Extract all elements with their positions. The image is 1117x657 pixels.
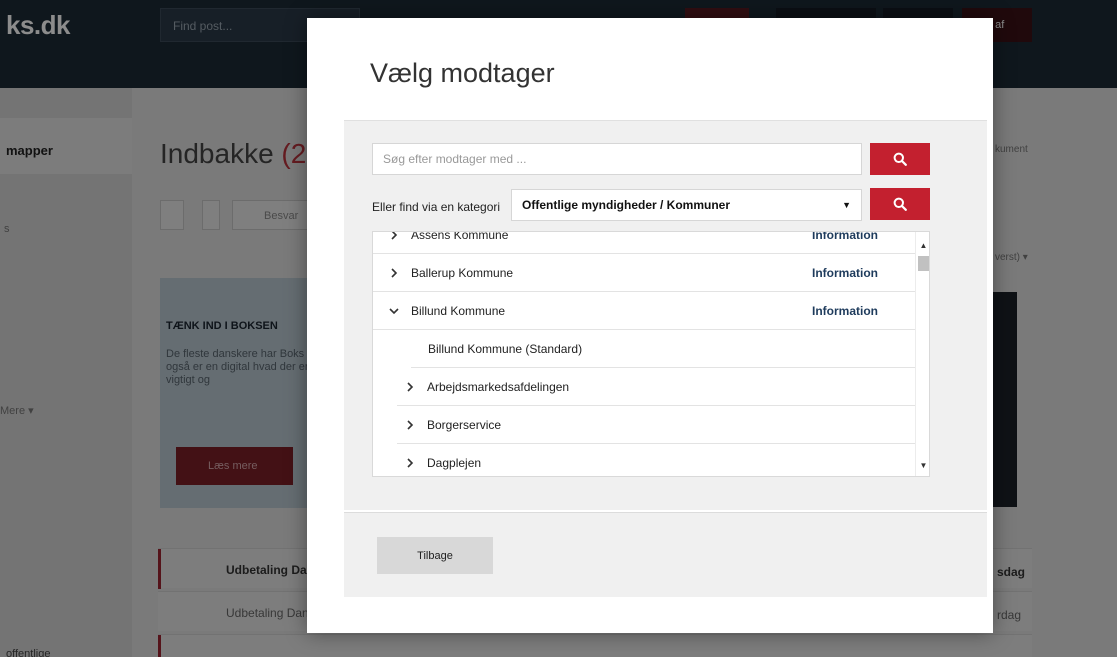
- recipient-name: Assens Kommune: [411, 231, 509, 242]
- dialog-footer: Tilbage: [344, 512, 987, 597]
- list-item[interactable]: Assens Kommune Information: [373, 231, 915, 254]
- category-label: Eller find via en kategori: [372, 200, 501, 214]
- chevron-right-icon: [391, 267, 398, 278]
- search-icon: [893, 152, 907, 166]
- recipient-name: Arbejdsmarkedsafdelingen: [427, 379, 570, 394]
- scroll-down-arrow-icon[interactable]: ▼: [916, 458, 929, 472]
- list-item[interactable]: Billund Kommune Information: [373, 292, 915, 330]
- search-icon: [893, 197, 907, 211]
- recipient-name: Dagplejen: [427, 455, 482, 470]
- information-link[interactable]: Information: [812, 304, 878, 318]
- recipient-name: Billund Kommune: [411, 303, 506, 318]
- back-button[interactable]: Tilbage: [377, 537, 493, 574]
- chevron-right-icon: [407, 419, 414, 430]
- category-select[interactable]: Offentlige myndigheder / Kommuner ▼: [511, 189, 862, 221]
- chevron-right-icon: [407, 457, 414, 468]
- recipient-list[interactable]: Assens Kommune Information Ballerup Komm…: [372, 231, 930, 477]
- dialog-body: Eller find via en kategori Offentlige my…: [344, 120, 987, 510]
- list-item[interactable]: Borgerservice: [397, 406, 915, 444]
- recipient-search-input[interactable]: [372, 143, 862, 175]
- dialog-title: Vælg modtager: [370, 58, 555, 88]
- category-select-value: Offentlige myndigheder / Kommuner: [522, 198, 731, 212]
- category-search-button[interactable]: [870, 188, 930, 220]
- search-button[interactable]: [870, 143, 930, 175]
- information-link[interactable]: Information: [812, 266, 878, 280]
- list-item[interactable]: Ballerup Kommune Information: [373, 254, 915, 292]
- information-link[interactable]: Information: [812, 232, 878, 242]
- chevron-down-icon: [389, 307, 399, 314]
- scroll-up-arrow-icon[interactable]: ▲: [916, 238, 929, 252]
- recipient-name: Ballerup Kommune: [411, 265, 514, 280]
- chevron-right-icon: [407, 381, 414, 392]
- recipient-name: Borgerservice: [427, 417, 502, 432]
- select-recipient-dialog: Vælg modtager Eller find via en kategori…: [307, 18, 993, 633]
- list-item[interactable]: Billund Kommune (Standard): [411, 330, 915, 368]
- chevron-right-icon: [391, 232, 398, 240]
- recipient-name: Billund Kommune (Standard): [428, 341, 583, 356]
- caret-down-icon: ▼: [842, 200, 851, 210]
- list-item[interactable]: Arbejdsmarkedsafdelingen: [397, 368, 915, 406]
- list-item[interactable]: Dagplejen: [397, 444, 915, 476]
- scroll-thumb[interactable]: [918, 256, 929, 271]
- list-scrollbar[interactable]: ▲ ▼: [915, 232, 929, 476]
